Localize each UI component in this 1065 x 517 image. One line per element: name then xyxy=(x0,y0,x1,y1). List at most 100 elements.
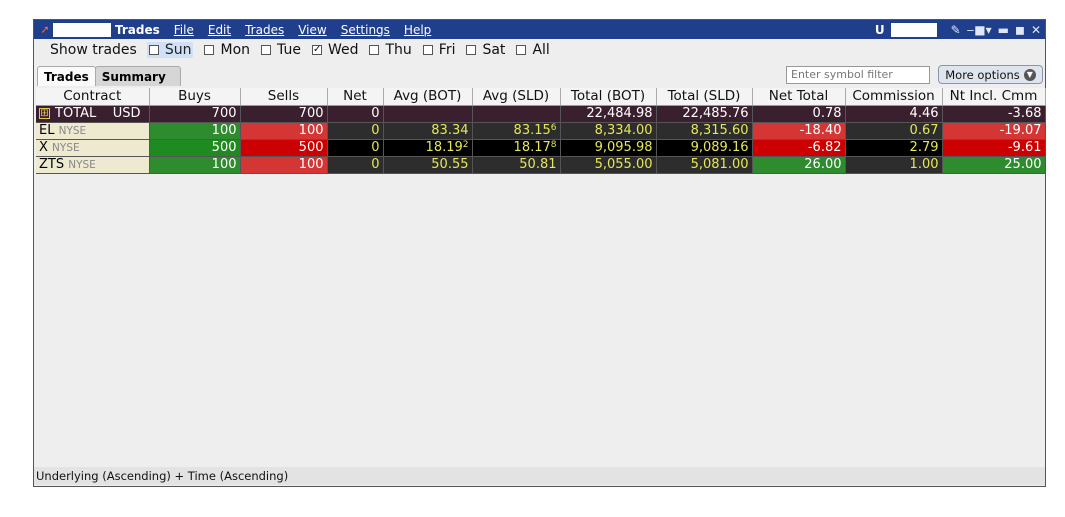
checkbox-checked-icon: ✓ xyxy=(311,44,322,55)
title-bar[interactable]: ➚ Trades File Edit Trades View Settings … xyxy=(34,20,1045,39)
day-sat-checkbox[interactable]: Sat xyxy=(466,42,505,58)
checkbox-icon xyxy=(261,45,272,55)
symbol-filter-input[interactable]: Enter symbol filter xyxy=(786,66,930,84)
col-avg-bot[interactable]: Avg (BOT) xyxy=(383,88,473,106)
table-header: Contract Buys Sells Net Avg (BOT) Avg (S… xyxy=(36,88,1046,106)
contract-cell: EL NYSE xyxy=(36,122,150,140)
redacted-account-id xyxy=(61,22,111,37)
total-sld-cell: 8,315.60 xyxy=(656,122,753,140)
contract-cell: ZTS NYSE xyxy=(36,156,150,174)
menu-settings[interactable]: Settings xyxy=(341,23,390,37)
col-total-sld[interactable]: Total (SLD) xyxy=(656,88,753,106)
checkbox-icon xyxy=(422,45,433,55)
total-nt-incl-cmm: -3.68 xyxy=(942,105,1046,123)
total-bot-cell: 5,055.00 xyxy=(560,156,657,174)
total-buys: 700 xyxy=(149,105,241,123)
redacted-account xyxy=(53,22,61,37)
trades-window: ➚ Trades File Edit Trades View Settings … xyxy=(33,19,1046,487)
nt-incl-cmm-cell: 25.00 xyxy=(942,156,1046,174)
menu-view[interactable]: View xyxy=(298,23,326,37)
avg-bot-cell: 18.192 xyxy=(383,139,473,157)
total-label: TOTAL xyxy=(55,106,97,121)
menu-help[interactable]: Help xyxy=(404,23,431,37)
total-commission: 4.46 xyxy=(845,105,943,123)
sells-cell: 500 xyxy=(240,139,328,157)
buys-cell: 500 xyxy=(149,139,241,157)
nt-incl-cmm-cell: -9.61 xyxy=(942,139,1046,157)
day-all-checkbox[interactable]: All xyxy=(516,42,550,58)
menu-edit[interactable]: Edit xyxy=(208,23,231,37)
more-options-label: More options xyxy=(945,67,1020,82)
titlebar-controls: U ✎ ‒■▾ ▬ ◼ ✕ xyxy=(875,20,1041,39)
checkbox-icon xyxy=(466,45,477,55)
close-icon[interactable]: ✕ xyxy=(1031,23,1041,37)
total-avg-bot xyxy=(383,105,473,123)
col-contract[interactable]: Contract xyxy=(36,88,150,106)
total-sld-cell: 5,081.00 xyxy=(656,156,753,174)
maximize-icon[interactable]: ◼ xyxy=(1015,23,1025,37)
col-buys[interactable]: Buys xyxy=(149,88,241,106)
window-title: Trades xyxy=(115,22,160,37)
table-row[interactable]: EL NYSE 100 100 0 83.34 83.156 8,334.00 … xyxy=(36,122,1046,140)
day-sun-checkbox[interactable]: Sun xyxy=(146,42,194,58)
table-row[interactable]: X NYSE 500 500 0 18.192 18.178 9,095.98 … xyxy=(36,139,1046,157)
symbol: ZTS xyxy=(39,157,65,172)
day-fri-checkbox[interactable]: Fri xyxy=(422,42,455,58)
sells-cell: 100 xyxy=(240,156,328,174)
net-total-cell: -18.40 xyxy=(752,122,846,140)
col-commission[interactable]: Commission xyxy=(845,88,943,106)
pin-icon[interactable]: ‒■▾ xyxy=(967,23,992,37)
exchange: NYSE xyxy=(52,142,80,154)
total-currency: USD xyxy=(112,106,141,121)
exchange: NYSE xyxy=(68,159,96,171)
wrench-icon[interactable]: ✎ xyxy=(951,23,961,37)
total-bot-cell: 8,334.00 xyxy=(560,122,657,140)
status-bar: Underlying (Ascending) + Time (Ascending… xyxy=(34,467,1045,485)
col-sells[interactable]: Sells xyxy=(240,88,328,106)
col-total-bot[interactable]: Total (BOT) xyxy=(560,88,657,106)
minimize-icon[interactable]: ▬ xyxy=(998,23,1009,37)
menu-file[interactable]: File xyxy=(174,23,194,37)
checkbox-icon xyxy=(516,45,527,55)
checkbox-icon xyxy=(369,45,380,55)
col-net-total[interactable]: Net Total xyxy=(752,88,846,106)
day-thu-checkbox[interactable]: Thu xyxy=(369,42,412,58)
expand-icon[interactable]: ⊞ xyxy=(39,108,50,119)
day-wed-checkbox[interactable]: ✓ Wed xyxy=(311,42,358,58)
exchange: NYSE xyxy=(58,125,87,137)
app-icon: ➚ xyxy=(40,23,50,36)
col-avg-sld[interactable]: Avg (SLD) xyxy=(472,88,561,106)
more-options-button[interactable]: More options ▼ xyxy=(938,65,1043,84)
net-total-cell: -6.82 xyxy=(752,139,846,157)
sells-cell: 100 xyxy=(240,122,328,140)
total-row[interactable]: ⊞ TOTAL USD 700 700 0 22,484.98 22,485.76… xyxy=(36,105,1046,123)
tab-trades[interactable]: Trades xyxy=(37,66,96,86)
trades-table: Contract Buys Sells Net Avg (BOT) Avg (S… xyxy=(36,88,1046,174)
chevron-down-icon: ▼ xyxy=(1023,68,1036,81)
tab-summary[interactable]: Summary xyxy=(94,66,181,86)
total-net: 0 xyxy=(327,105,384,123)
total-total-bot: 22,484.98 xyxy=(560,105,657,123)
checkbox-icon xyxy=(204,45,215,55)
menu-trades[interactable]: Trades xyxy=(245,23,284,37)
day-tue-checkbox[interactable]: Tue xyxy=(261,42,301,58)
contract-cell: X NYSE xyxy=(36,139,150,157)
table-row[interactable]: ZTS NYSE 100 100 0 50.55 50.81 5,055.00 … xyxy=(36,156,1046,174)
redacted-user xyxy=(890,22,937,37)
tab-strip: Trades Summary xyxy=(37,66,181,86)
total-net-total: 0.78 xyxy=(752,105,846,123)
total-avg-sld xyxy=(472,105,561,123)
avg-bot-cell: 50.55 xyxy=(383,156,473,174)
day-mon-checkbox[interactable]: Mon xyxy=(204,42,250,58)
col-nt-incl-cmm[interactable]: Nt Incl. Cmm xyxy=(942,88,1046,106)
checkbox-icon xyxy=(148,45,159,55)
avg-sld-cell: 83.156 xyxy=(472,122,561,140)
user-initial: U xyxy=(874,22,885,37)
total-total-sld: 22,485.76 xyxy=(656,105,753,123)
commission-cell: 1.00 xyxy=(845,156,943,174)
net-total-cell: 26.00 xyxy=(752,156,846,174)
menu-bar: File Edit Trades View Settings Help xyxy=(174,23,432,37)
total-sld-cell: 9,089.16 xyxy=(656,139,753,157)
buys-cell: 100 xyxy=(149,122,241,140)
col-net[interactable]: Net xyxy=(327,88,384,106)
